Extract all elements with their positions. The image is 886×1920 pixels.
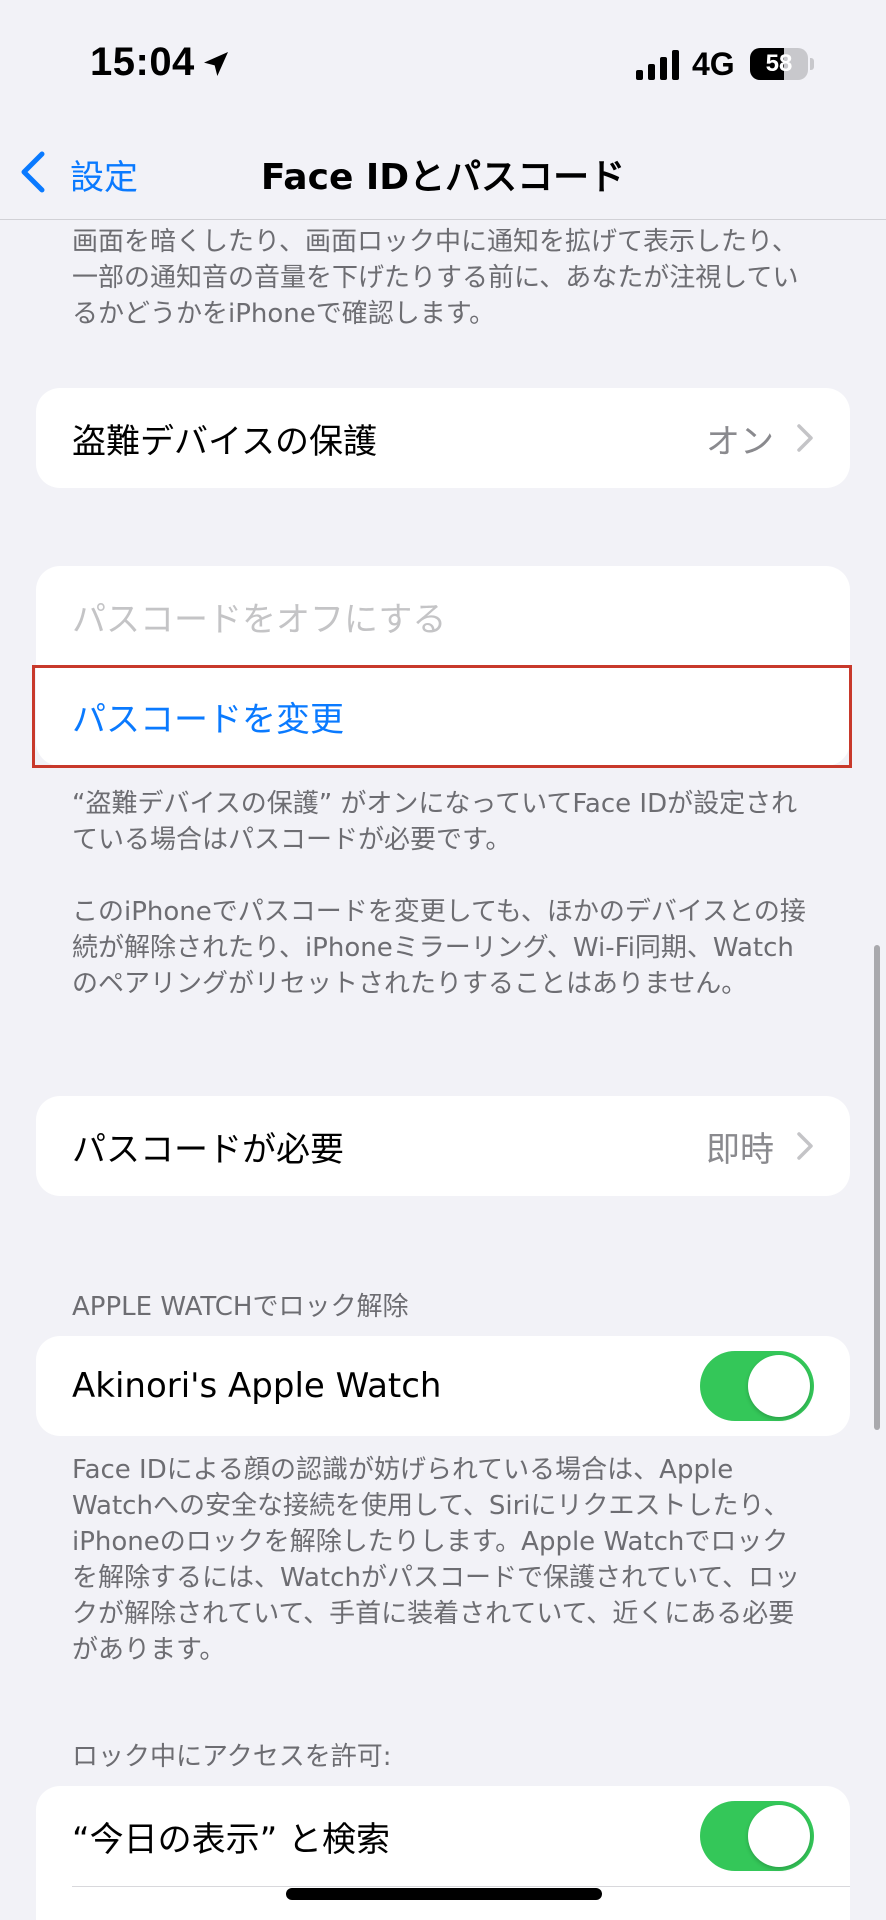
network-type: 4G bbox=[692, 46, 735, 82]
stolen-device-row[interactable]: 盗難デバイスの保護 オン bbox=[36, 388, 850, 488]
require-passcode-value: 即時 bbox=[706, 1129, 774, 1170]
attention-footer: 画面を暗くしたり、画面ロック中に通知を拡げて表示したり、一部の通知音の音量を下げ… bbox=[72, 227, 799, 329]
cellular-signal-icon bbox=[636, 50, 679, 80]
home-indicator bbox=[286, 1888, 602, 1900]
status-bar: 15:04 4G 58 bbox=[0, 0, 886, 120]
turn-off-passcode-row[interactable]: パスコードをオフにする bbox=[36, 566, 850, 666]
today-view-toggle[interactable] bbox=[700, 1801, 814, 1871]
battery-percent: 58 bbox=[765, 50, 793, 77]
status-time: 15:04 bbox=[90, 40, 195, 84]
apple-watch-row: Akinori's Apple Watch bbox=[36, 1336, 850, 1436]
apple-watch-toggle[interactable] bbox=[700, 1351, 814, 1421]
navigation-bar: 設定 Face IDとパスコード bbox=[0, 120, 886, 220]
battery-cap bbox=[810, 58, 814, 70]
location-arrow-icon bbox=[204, 52, 228, 76]
toggle-knob bbox=[748, 1355, 810, 1417]
require-passcode-row[interactable]: パスコードが必要 即時 bbox=[36, 1096, 850, 1196]
lock-access-section-header: ロック中にアクセスを許可: bbox=[72, 1742, 392, 1772]
stolen-device-value: オン bbox=[706, 421, 774, 462]
highlight-box bbox=[32, 665, 852, 768]
passcode-footer-2: このiPhoneでパスコードを変更しても、ほかのデバイスとの接続が解除されたり、… bbox=[72, 897, 806, 999]
toggle-knob bbox=[748, 1805, 810, 1867]
stolen-device-label: 盗難デバイスの保護 bbox=[72, 421, 377, 462]
require-passcode-label: パスコードが必要 bbox=[72, 1129, 344, 1170]
stolen-device-group: 盗難デバイスの保護 オン bbox=[36, 388, 850, 488]
apple-watch-label: Akinori's Apple Watch bbox=[72, 1366, 442, 1406]
passcode-footer-1: “盗難デバイスの保護” がオンになっていてFace IDが設定されている場合はパ… bbox=[72, 789, 798, 855]
chevron-right-icon bbox=[797, 1132, 813, 1160]
scroll-indicator bbox=[874, 945, 880, 1430]
apple-watch-footer: Face IDによる顔の認識が妨げられている場合は、Apple Watchへの安… bbox=[72, 1455, 801, 1665]
today-view-label: “今日の表示” と検索 bbox=[72, 1819, 391, 1860]
require-passcode-group: パスコードが必要 即時 bbox=[36, 1096, 850, 1196]
today-view-row: “今日の表示” と検索 bbox=[36, 1786, 850, 1886]
apple-watch-section-header: APPLE WATCHでロック解除 bbox=[72, 1292, 409, 1322]
turn-off-passcode-label: パスコードをオフにする bbox=[72, 599, 447, 640]
battery-icon: 58 bbox=[750, 48, 808, 80]
chevron-right-icon bbox=[797, 424, 813, 452]
page-title: Face IDとパスコード bbox=[260, 157, 626, 198]
apple-watch-group: Akinori's Apple Watch bbox=[36, 1336, 850, 1436]
